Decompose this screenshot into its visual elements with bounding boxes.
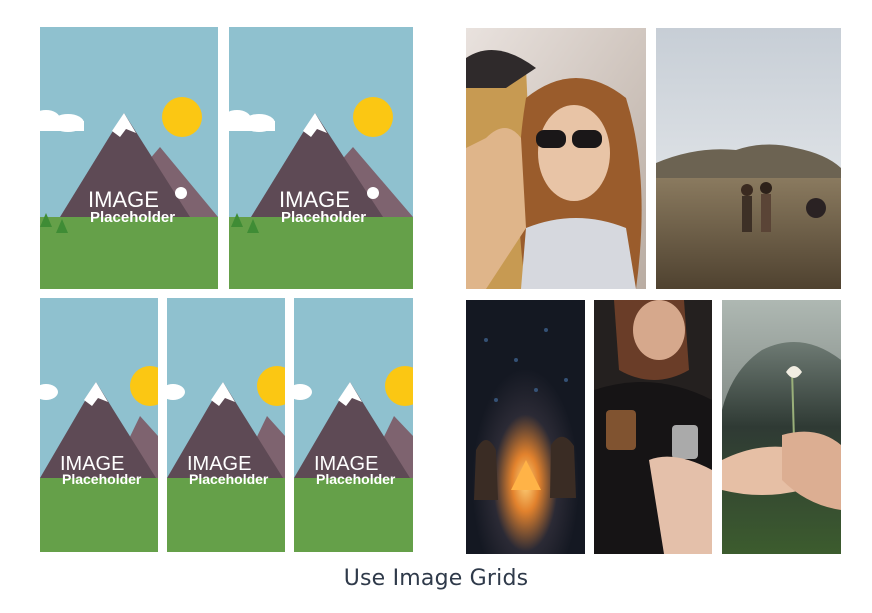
placeholder-image-5: IMAGE Placeholder: [294, 298, 413, 552]
placeholder-image-1: IMAGE Placeholder: [40, 27, 218, 289]
placeholder-word-placeholder: Placeholder: [281, 209, 366, 226]
placeholder-word-placeholder: Placeholder: [189, 471, 269, 487]
two-women-walking-field-photo: [656, 28, 841, 289]
placeholder-word-placeholder: Placeholder: [62, 471, 142, 487]
placeholder-image-3: IMAGE Placeholder: [40, 298, 158, 552]
placeholder-word-placeholder: Placeholder: [90, 209, 175, 226]
drinks-toast-photo: [594, 300, 712, 554]
placeholder-image-2: IMAGE Placeholder: [229, 27, 413, 289]
campfire-night-photo: [466, 300, 585, 554]
hands-holding-flower-photo: [722, 300, 841, 554]
grid-caption: Use Image Grids: [343, 566, 529, 591]
placeholder-word-placeholder: Placeholder: [316, 471, 396, 487]
placeholder-image-4: IMAGE Placeholder: [167, 298, 285, 552]
two-women-laughing-photo: [466, 28, 646, 289]
